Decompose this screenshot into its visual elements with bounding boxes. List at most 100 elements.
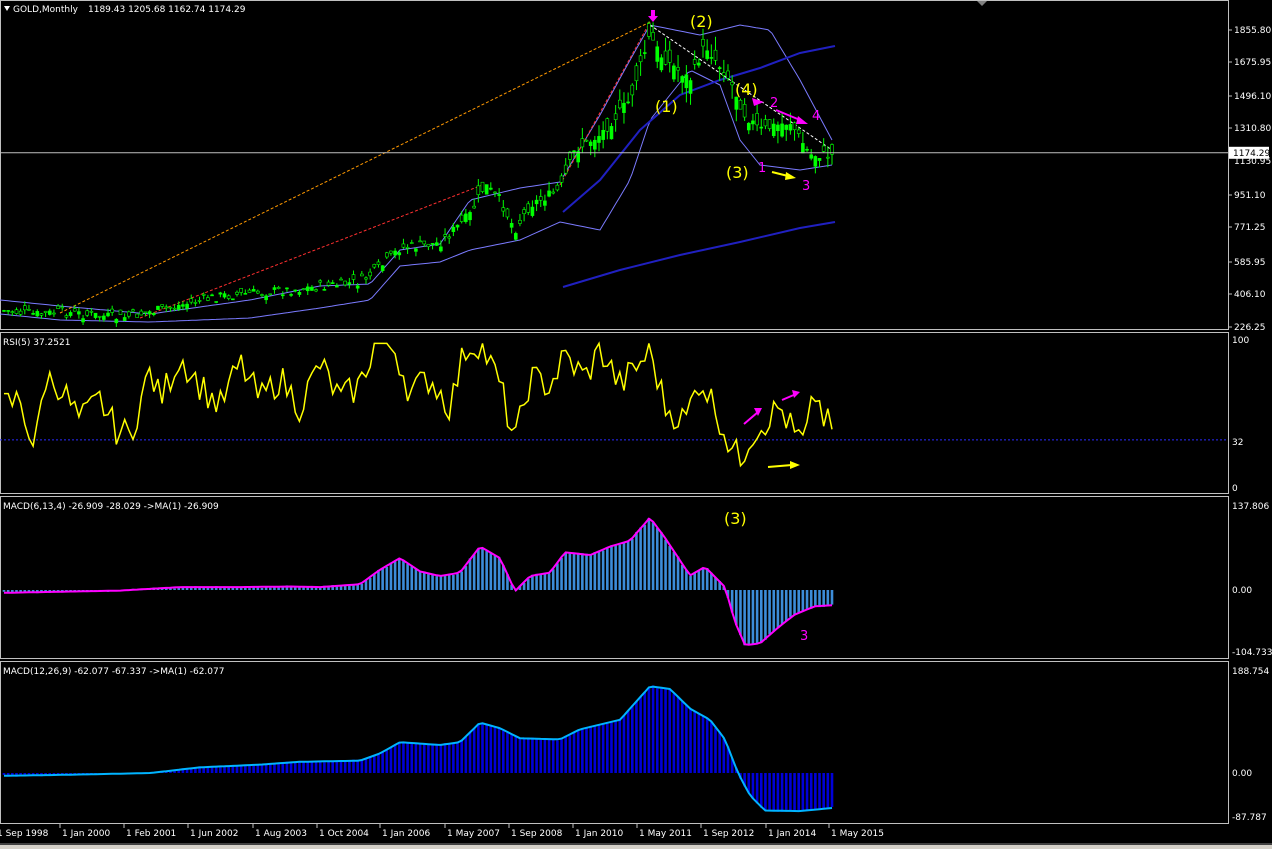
candle-body xyxy=(301,288,306,290)
macd2-panel xyxy=(2,685,834,813)
candle-body xyxy=(821,145,826,152)
candle-body xyxy=(122,317,127,321)
rsi-arrowhead-2-icon xyxy=(792,390,800,398)
candle-body xyxy=(563,164,568,174)
candle-body xyxy=(484,184,489,195)
bollinger-upper-band xyxy=(0,24,833,315)
candle-body xyxy=(110,308,114,313)
candle-body xyxy=(326,281,331,286)
candle-body xyxy=(60,306,65,309)
macd1-axis-label: 137.806 xyxy=(1232,502,1269,512)
candle-body xyxy=(534,199,539,205)
candle-body xyxy=(776,124,780,132)
candle-body xyxy=(572,150,576,153)
candle-body xyxy=(72,308,77,312)
candle-body xyxy=(801,143,805,154)
time-axis-label: 1 Jan 2010 xyxy=(575,829,623,839)
price-panel: 1174.29(1)(2)(3)(4)1234 xyxy=(0,10,1270,327)
candle-body xyxy=(64,315,69,318)
candle-body xyxy=(56,305,60,309)
rsi-panel xyxy=(0,341,1228,469)
candle-body xyxy=(422,240,427,245)
chart-canvas[interactable]: 1174.29(1)(2)(3)(4)1234 (3)3 1855.801675… xyxy=(0,0,1272,849)
candle-body xyxy=(468,212,472,221)
price-axis-label: 1496.10 xyxy=(1234,92,1271,102)
candle-body xyxy=(497,194,501,196)
candle-body xyxy=(330,282,335,284)
candle-body xyxy=(297,292,302,295)
macd1-wave-label-3: 3 xyxy=(800,629,808,644)
candle-body xyxy=(214,301,219,303)
candle-body xyxy=(14,309,19,314)
candle-body xyxy=(597,136,601,143)
price-axis-label: 951.10 xyxy=(1234,191,1266,201)
candle-body xyxy=(405,246,410,249)
rsi-arrowhead-yellow-icon xyxy=(790,461,800,469)
candle-body xyxy=(243,293,248,295)
candle-body xyxy=(172,307,177,310)
candle-body xyxy=(609,126,614,140)
candle-body xyxy=(751,120,755,125)
candle-body xyxy=(530,206,535,216)
candle-body xyxy=(655,46,660,62)
time-axis-label: 1 Jun 2002 xyxy=(190,829,238,839)
candle-body xyxy=(455,224,460,228)
candle-body xyxy=(584,139,589,142)
candle-body xyxy=(218,292,223,295)
candle-body xyxy=(351,274,356,280)
macd2-axis-label: -87.787 xyxy=(1232,813,1267,823)
candle-body xyxy=(447,236,452,239)
candles-group xyxy=(2,21,834,327)
triangle-down-icon[interactable] xyxy=(4,6,10,11)
macd1-panel: (3) 3 xyxy=(2,509,834,646)
candle-body xyxy=(601,129,605,140)
candle-body xyxy=(443,234,447,237)
peak-arrow-icon xyxy=(648,10,658,22)
candle-body xyxy=(2,310,6,312)
candle-body xyxy=(742,104,747,118)
candle-body xyxy=(489,187,493,190)
candle-body xyxy=(755,113,759,126)
candle-body xyxy=(680,76,685,83)
candle-body xyxy=(339,278,343,281)
candle-body xyxy=(434,242,439,246)
candle-body xyxy=(289,294,293,296)
candle-body xyxy=(543,200,547,206)
candle-body xyxy=(805,148,809,151)
candle-body xyxy=(335,285,339,288)
candle-body xyxy=(630,84,635,96)
candle-body xyxy=(201,293,206,296)
macd1-axis-label: 0.00 xyxy=(1232,586,1252,596)
candle-body xyxy=(156,305,160,310)
candle-body xyxy=(389,250,393,254)
candle-body xyxy=(476,185,481,195)
yellow-arrowhead-icon xyxy=(785,172,796,180)
candle-body xyxy=(522,209,526,215)
candle-body xyxy=(181,304,185,307)
trendline-orange xyxy=(59,21,651,314)
bollinger-lower-band xyxy=(0,70,833,323)
candle-body xyxy=(439,246,443,252)
candle-body xyxy=(97,315,102,318)
candle-body xyxy=(235,291,239,295)
candle-body xyxy=(513,233,518,240)
candle-body xyxy=(651,32,655,41)
candle-body xyxy=(52,312,56,315)
macd1-axis-label: -104.733 xyxy=(1232,648,1272,658)
candle-body xyxy=(480,181,485,192)
macd2-axis-label: 0.00 xyxy=(1232,769,1252,779)
wave-label-2: (2) xyxy=(690,12,713,31)
sub-wave-label-2: 2 xyxy=(770,96,778,111)
candle-body xyxy=(135,313,139,318)
time-axis-label: 1 Oct 2004 xyxy=(319,829,369,839)
candle-body xyxy=(705,50,709,59)
magenta-arrow-line xyxy=(775,109,801,121)
candle-body xyxy=(114,318,119,324)
candle-body xyxy=(222,293,227,298)
sub-wave-label-1: 1 xyxy=(758,161,766,176)
candle-body xyxy=(81,318,85,323)
candle-body xyxy=(364,277,368,280)
candle-body xyxy=(6,310,10,312)
candle-body xyxy=(27,309,31,311)
candle-body xyxy=(77,311,81,315)
